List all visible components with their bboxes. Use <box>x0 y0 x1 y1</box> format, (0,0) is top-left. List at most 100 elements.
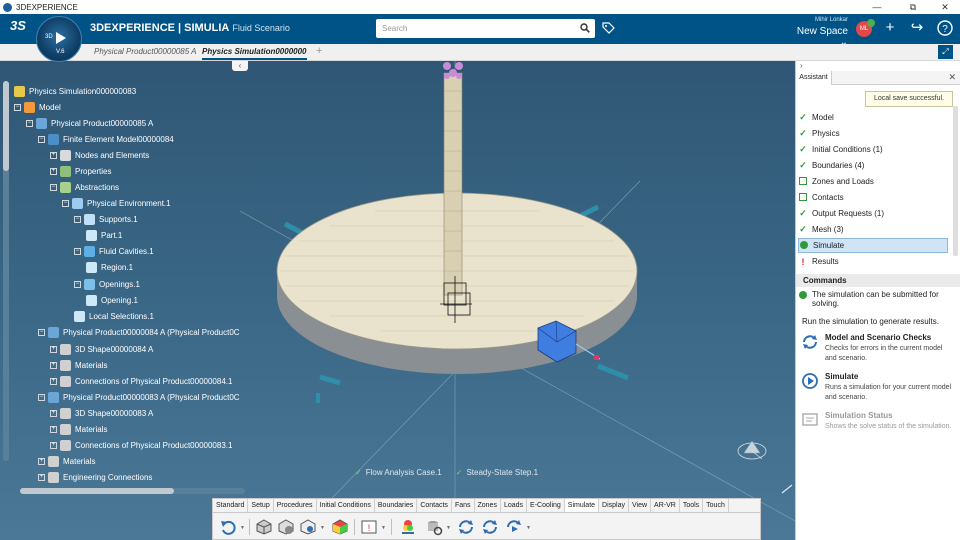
opening-marker[interactable] <box>443 62 463 79</box>
scroll-thumb[interactable] <box>20 488 174 494</box>
action-tab[interactable]: Contacts <box>417 499 452 512</box>
tree-node[interactable]: − Supports.1 <box>74 212 138 226</box>
tree-expander-icon[interactable]: + <box>38 457 45 465</box>
tree-expander-icon[interactable]: + <box>50 377 57 385</box>
tree-node[interactable]: + Connections of Physical Product00000084… <box>50 374 232 388</box>
action-tab[interactable]: Tools <box>680 499 704 512</box>
warning-icon[interactable]: ! <box>360 518 378 536</box>
tree-node[interactable]: − Fluid Cavities.1 <box>74 244 154 258</box>
analysis-case-status[interactable]: ✓ Flow Analysis Case.1 <box>355 468 442 477</box>
close-icon[interactable]: ✕ <box>948 72 956 83</box>
add-tab-icon[interactable]: + <box>316 45 322 57</box>
share-icon[interactable]: ↪ <box>909 20 925 36</box>
tree-expander-icon[interactable]: − <box>50 183 57 191</box>
tree-expander-icon[interactable]: − <box>38 393 45 401</box>
action-tab[interactable]: Display <box>599 499 629 512</box>
tag-icon[interactable] <box>601 21 615 35</box>
search-input[interactable]: Search <box>382 24 407 33</box>
part-view-icon[interactable] <box>299 518 317 536</box>
tree-node[interactable]: + Nodes and Elements <box>50 148 149 162</box>
tree-expander-icon[interactable]: + <box>50 441 57 449</box>
tree-expander-icon[interactable]: − <box>74 215 81 223</box>
boundary-arrow[interactable] <box>597 363 629 381</box>
action-tab[interactable]: Standard <box>213 499 249 512</box>
workflow-step[interactable]: Zones and Loads <box>798 174 948 189</box>
action-tab[interactable]: AR-VR <box>651 499 680 512</box>
tree-node[interactable]: − Physical Product00000085 A <box>26 116 153 130</box>
chevron-down-icon[interactable]: ▼ <box>526 525 531 531</box>
tree-expander-icon[interactable]: − <box>74 280 81 288</box>
cube-icon[interactable] <box>255 518 273 536</box>
workflow-step[interactable]: Contacts <box>798 190 948 205</box>
tree-node[interactable]: − Physical Product00000084 A (Physical Pr… <box>38 325 240 339</box>
resize-grip-icon[interactable] <box>781 484 793 494</box>
tree-node[interactable]: − Physical Environment.1 <box>62 196 171 210</box>
tree-node[interactable]: +3D Shape00000083 A <box>50 406 153 420</box>
tree-node[interactable]: + Connections of Physical Product00000083… <box>50 438 232 452</box>
results-plot-icon[interactable] <box>399 518 417 536</box>
compass-icon[interactable]: 3D V.6 <box>36 16 82 62</box>
scroll-thumb[interactable] <box>3 81 9 171</box>
action-tab[interactable]: Procedures <box>274 499 317 512</box>
tree-node[interactable]: Physics Simulation000000083 <box>14 84 136 98</box>
action-tab[interactable]: Boundaries <box>375 499 418 512</box>
3ds-logo-icon[interactable]: 3S <box>10 18 26 33</box>
model-scenario-checks-command[interactable]: Model and Scenario Checks Checks for erro… <box>801 333 956 364</box>
tree-expander-icon[interactable]: + <box>50 361 57 369</box>
search-box[interactable]: Search <box>376 19 595 38</box>
minimize-button[interactable]: — <box>862 0 892 14</box>
add-icon[interactable]: + <box>882 20 898 36</box>
workflow-step[interactable]: Simulate <box>798 238 948 253</box>
action-tab[interactable]: Fans <box>452 499 475 512</box>
tree-node[interactable]: + Materials <box>50 358 107 372</box>
action-tab[interactable]: Zones <box>475 499 501 512</box>
tree-node[interactable]: +3D Shape00000084 A <box>50 342 153 356</box>
tree-expander-icon[interactable]: − <box>14 103 21 111</box>
action-tab[interactable]: Initial Conditions <box>317 499 375 512</box>
tree-node[interactable]: − Openings.1 <box>74 277 140 291</box>
tree-node[interactable]: Region.1 <box>86 260 133 274</box>
action-tab[interactable]: Touch <box>703 499 729 512</box>
workflow-step[interactable]: ! Results <box>798 254 948 269</box>
restore-button[interactable]: ⧉ <box>898 0 928 14</box>
panel-collapse-icon[interactable]: › <box>796 61 960 71</box>
tree-node[interactable]: Part.1 <box>86 228 122 242</box>
workflow-step[interactable]: ✓ Mesh (3) <box>798 222 948 237</box>
simulation-status-command[interactable]: Simulation Status Shows the solve status … <box>801 411 956 432</box>
chevron-down-icon[interactable]: ▼ <box>381 525 386 531</box>
chevron-down-icon[interactable]: ▼ <box>240 525 245 531</box>
tree-expander-icon[interactable]: + <box>50 345 57 353</box>
tree-expander-icon[interactable]: + <box>38 473 45 481</box>
tree-expander-icon[interactable]: − <box>74 247 81 255</box>
workflow-step[interactable]: ✓ Initial Conditions (1) <box>798 142 948 157</box>
tree-vertical-scrollbar[interactable] <box>3 81 9 461</box>
workflow-step[interactable]: ✓ Physics <box>798 126 948 141</box>
view-triad-icon[interactable] <box>737 440 767 460</box>
tab-physics-simulation[interactable]: Physics Simulation0000000 <box>202 47 307 60</box>
tree-expander-icon[interactable]: − <box>26 119 33 127</box>
action-tab[interactable]: Setup <box>248 499 274 512</box>
display-mode-icon[interactable] <box>331 518 349 536</box>
model-checks-icon[interactable] <box>457 518 475 536</box>
action-tab[interactable]: Simulate <box>564 499 600 512</box>
workflow-step[interactable]: ✓ Boundaries (4) <box>798 158 948 173</box>
tree-node[interactable]: − Abstractions <box>50 180 119 194</box>
collapse-tree-button[interactable]: ‹ <box>232 61 248 71</box>
avatar[interactable]: ML <box>856 19 875 37</box>
tree-node[interactable]: − Model <box>14 100 61 114</box>
chevron-down-icon[interactable]: ▼ <box>320 525 325 531</box>
expand-icon[interactable]: ⤢ <box>938 45 953 59</box>
close-window-button[interactable]: ✕ <box>930 0 960 14</box>
tree-expander-icon[interactable]: + <box>50 167 57 175</box>
3d-viewport[interactable]: ‹ Physics Simulation000000083 − Model − Phys… <box>0 61 795 540</box>
tree-expander-icon[interactable]: + <box>50 425 57 433</box>
tree-node[interactable]: + Engineering Connections <box>38 470 152 484</box>
tree-node[interactable]: − Physical Product00000083 A (Physical Pr… <box>38 390 240 404</box>
panel-scrollbar[interactable] <box>953 106 958 256</box>
mesh-part-icon[interactable] <box>277 518 295 536</box>
boundary-arrow[interactable] <box>319 374 341 386</box>
pipe-column[interactable] <box>443 72 463 296</box>
action-tab[interactable]: View <box>629 499 652 512</box>
tab-physical-product[interactable]: Physical Product00000085 A <box>94 47 196 56</box>
tree-horizontal-scrollbar[interactable] <box>20 488 245 494</box>
